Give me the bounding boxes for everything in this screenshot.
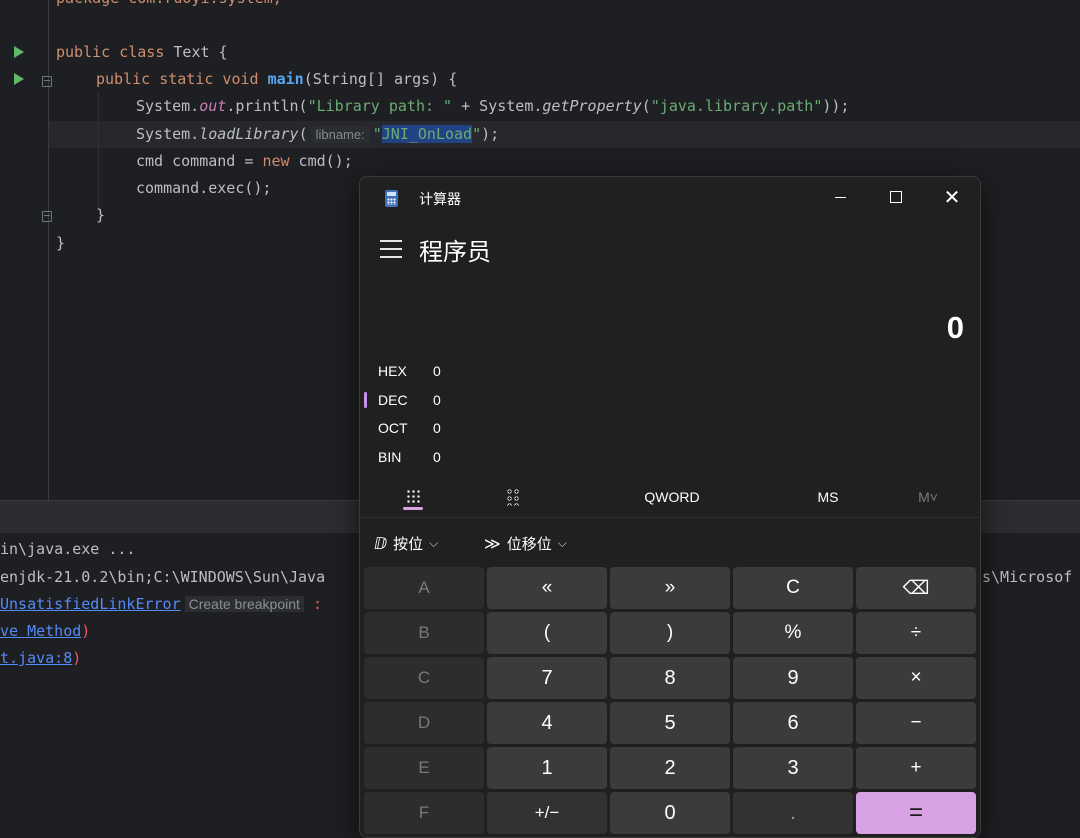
navigation-menu-button[interactable]: [380, 240, 402, 258]
active-keypad-indicator: [403, 507, 423, 510]
keyword: public: [56, 43, 111, 61]
key-close-paren[interactable]: ): [610, 612, 730, 654]
chevron-down-icon: ⌵: [429, 536, 439, 550]
key-negate[interactable]: +/−: [487, 792, 607, 834]
method-name: main: [267, 70, 304, 88]
close-button[interactable]: ✕: [924, 177, 980, 217]
console-line-error: UnsatisfiedLinkError Create breakpoint :: [0, 595, 322, 613]
calculator-window: 计算器 ✕ 程序员 0 HEX 0 DEC 0 OCT 0 BIN 0 QWORD MS…: [359, 176, 981, 838]
key-equals[interactable]: =: [856, 792, 976, 834]
radix-dec[interactable]: DEC 0: [378, 388, 441, 412]
console-line: in\java.exe ...: [0, 540, 136, 558]
key-f[interactable]: F: [364, 792, 484, 834]
key-7[interactable]: 7: [487, 657, 607, 699]
key-0[interactable]: 0: [610, 792, 730, 834]
radix-oct[interactable]: OCT 0: [378, 416, 441, 440]
divider: [360, 517, 980, 518]
key-open-paren[interactable]: (: [487, 612, 607, 654]
minimize-icon: [834, 196, 846, 198]
key-6[interactable]: 6: [733, 702, 853, 744]
maximize-icon: [890, 191, 902, 203]
key-rotate-left[interactable]: «: [487, 567, 607, 609]
code-brace: }: [96, 206, 106, 224]
key-1[interactable]: 1: [487, 747, 607, 789]
code-line-exec: command.exec();: [136, 179, 272, 197]
key-multiply[interactable]: ×: [856, 657, 976, 699]
fold-icon[interactable]: [42, 211, 52, 222]
code-brace: }: [56, 234, 66, 252]
bit-toggle-keypad-button[interactable]: [496, 479, 530, 515]
code-line: package com.ruoyi.system;: [56, 0, 282, 8]
active-radix-indicator: [364, 392, 367, 408]
calculator-app-icon: [385, 190, 398, 207]
radix-bin[interactable]: BIN 0: [378, 445, 441, 469]
key-decimal[interactable]: .: [733, 792, 853, 834]
key-4[interactable]: 4: [487, 702, 607, 744]
code-line-class: public class Text {: [56, 43, 228, 61]
key-c-hex[interactable]: C: [364, 657, 484, 699]
keyword: class: [119, 43, 165, 61]
key-rotate-right[interactable]: »: [610, 567, 730, 609]
key-9[interactable]: 9: [733, 657, 853, 699]
bit-shift-icon: ≫: [484, 535, 501, 553]
parameter-hint: libname:: [310, 126, 370, 143]
key-2[interactable]: 2: [610, 747, 730, 789]
console-line: enjdk-21.0.2\bin;C:\WINDOWS\Sun\Java: [0, 568, 326, 586]
key-a[interactable]: A: [364, 567, 484, 609]
memory-store-button[interactable]: MS: [800, 479, 856, 515]
code-line-cmd: cmd command = new cmd();: [136, 152, 353, 170]
code-line-main: public static void main(String[] args) {: [96, 70, 458, 88]
logic-gate-icon: ⅅ: [374, 535, 388, 553]
console-line: s\Microsof: [982, 568, 1073, 586]
run-main-icon[interactable]: [14, 73, 24, 85]
operations-bar: ⅅ 按位 ⌵ ≫ 位移位 ⌵: [360, 529, 980, 559]
key-backspace[interactable]: ⌫: [856, 567, 976, 609]
selected-text[interactable]: JNI_OnLoad: [381, 125, 473, 143]
bitwise-dropdown[interactable]: ⅅ 按位 ⌵: [374, 533, 438, 554]
key-add[interactable]: +: [856, 747, 976, 789]
window-title: 计算器: [419, 191, 461, 207]
key-e[interactable]: E: [364, 747, 484, 789]
gutter-divider: [48, 0, 49, 500]
exception-link[interactable]: UnsatisfiedLinkError: [0, 595, 181, 613]
title-bar[interactable]: 计算器 ✕: [360, 177, 980, 219]
memory-dropdown-button[interactable]: M˅: [900, 479, 956, 515]
keypad-icon: [406, 489, 420, 505]
console-line: t.java:8): [0, 649, 82, 667]
bit-toggle-icon: [506, 488, 520, 506]
radix-hex[interactable]: HEX 0: [378, 359, 441, 383]
fold-icon[interactable]: [42, 76, 52, 87]
maximize-button[interactable]: [868, 177, 924, 217]
key-divide[interactable]: ÷: [856, 612, 976, 654]
stack-link[interactable]: ve Method: [0, 622, 81, 640]
code-line-println: System.out.println("Library path: " + Sy…: [136, 97, 850, 115]
code-line-loadlibrary: System.loadLibrary(libname: "JNI_OnLoad")…: [136, 125, 500, 143]
keypad-toolbar: QWORD MS M˅: [360, 479, 980, 519]
result-display: 0: [946, 310, 964, 345]
bitshift-dropdown[interactable]: ≫ 位移位 ⌵: [484, 533, 567, 554]
key-5[interactable]: 5: [610, 702, 730, 744]
minimize-button[interactable]: [812, 177, 868, 217]
key-modulo[interactable]: %: [733, 612, 853, 654]
key-8[interactable]: 8: [610, 657, 730, 699]
chevron-down-icon: ⌵: [557, 536, 567, 550]
console-line: ve Method): [0, 622, 91, 640]
keypad: A « » C ⌫ B ( ) % ÷ C 7 8 9 × D 4 5 6 − …: [364, 567, 978, 834]
hamburger-icon: [380, 240, 402, 242]
word-size-button[interactable]: QWORD: [622, 479, 722, 515]
indent-guide: [98, 92, 99, 210]
stack-link[interactable]: t.java:8: [0, 649, 72, 667]
key-clear[interactable]: C: [733, 567, 853, 609]
key-subtract[interactable]: −: [856, 702, 976, 744]
key-b[interactable]: B: [364, 612, 484, 654]
key-d[interactable]: D: [364, 702, 484, 744]
key-3[interactable]: 3: [733, 747, 853, 789]
create-breakpoint-hint[interactable]: Create breakpoint: [184, 596, 304, 612]
mode-title: 程序员: [419, 239, 491, 266]
close-icon: ✕: [943, 186, 961, 209]
run-class-icon[interactable]: [14, 46, 24, 58]
